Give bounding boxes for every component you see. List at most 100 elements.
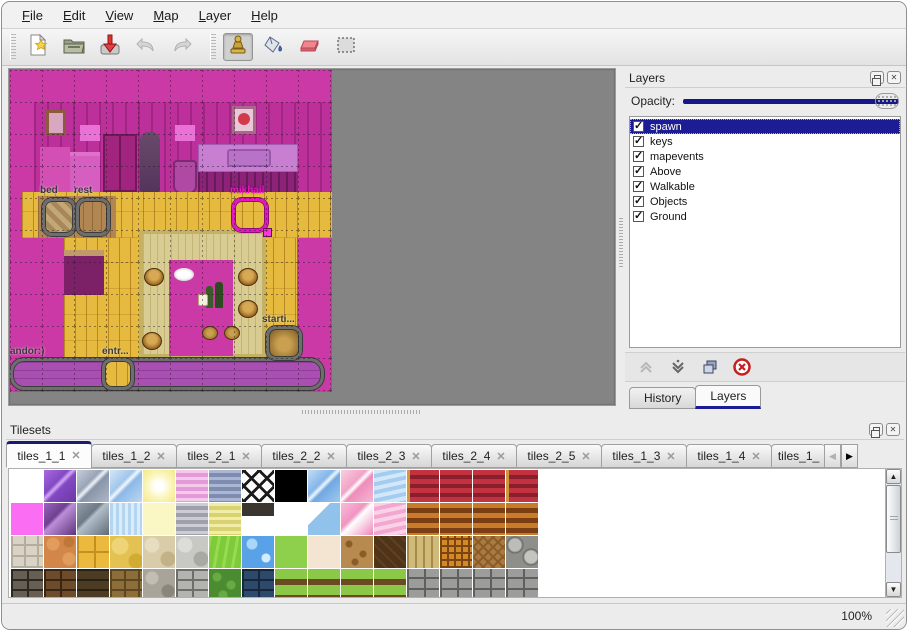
palette-tile[interactable] xyxy=(506,470,538,502)
layer-row-objects[interactable]: Objects xyxy=(630,194,900,209)
tab-history[interactable]: History xyxy=(629,387,696,409)
palette-tile[interactable] xyxy=(209,536,241,568)
tile-palette[interactable]: ▲ ▼ xyxy=(8,468,902,598)
raise-layer-button[interactable] xyxy=(633,355,659,379)
eraser-tool-button[interactable] xyxy=(295,33,325,61)
layer-row-above[interactable]: Above xyxy=(630,164,900,179)
palette-tile[interactable] xyxy=(473,503,505,535)
tab-close-icon[interactable]: ✕ xyxy=(326,450,335,463)
menu-edit[interactable]: Edit xyxy=(53,4,95,27)
palette-tile[interactable] xyxy=(242,569,274,598)
layer-row-walkable[interactable]: Walkable xyxy=(630,179,900,194)
palette-tile[interactable] xyxy=(11,569,43,598)
palette-tile[interactable] xyxy=(440,569,472,598)
palette-tile[interactable] xyxy=(308,470,340,502)
save-map-button[interactable] xyxy=(95,33,125,61)
tab-close-icon[interactable]: ✕ xyxy=(581,450,590,463)
palette-tile[interactable] xyxy=(176,536,208,568)
palette-tile[interactable] xyxy=(77,536,109,568)
tileset-tab[interactable]: tiles_1_ xyxy=(771,444,825,468)
palette-tile[interactable] xyxy=(407,470,439,502)
palette-tile[interactable] xyxy=(308,536,340,568)
palette-tile[interactable] xyxy=(407,569,439,598)
palette-tile[interactable] xyxy=(44,503,76,535)
palette-tile[interactable] xyxy=(110,536,142,568)
map-object-marker[interactable] xyxy=(10,358,324,390)
palette-tile[interactable] xyxy=(44,470,76,502)
tab-layers[interactable]: Layers xyxy=(695,385,761,409)
palette-tile[interactable] xyxy=(308,569,340,598)
palette-scrollbar[interactable]: ▲ ▼ xyxy=(885,469,901,597)
palette-tile[interactable] xyxy=(341,470,373,502)
palette-tile[interactable] xyxy=(143,470,175,502)
fill-tool-button[interactable] xyxy=(259,33,289,61)
tileset-tab[interactable]: tiles_2_1✕ xyxy=(176,444,262,468)
palette-tile[interactable] xyxy=(11,536,43,568)
palette-tile[interactable] xyxy=(44,569,76,598)
map-viewport[interactable]: bed rest mikhail andor:) entr... starti.… xyxy=(8,68,616,406)
delete-layer-button[interactable] xyxy=(729,355,755,379)
toolbar-drag-handle[interactable] xyxy=(210,34,216,60)
float-panel-icon[interactable] xyxy=(870,71,884,84)
close-panel-icon[interactable]: ✕ xyxy=(887,71,901,84)
palette-tile[interactable] xyxy=(143,536,175,568)
palette-tile[interactable] xyxy=(11,503,43,535)
tab-close-icon[interactable]: ✕ xyxy=(241,450,250,463)
layer-visibility-checkbox[interactable] xyxy=(633,166,644,177)
tileset-tab[interactable]: tiles_2_2✕ xyxy=(261,444,347,468)
layer-row-ground[interactable]: Ground xyxy=(630,209,900,224)
tab-close-icon[interactable]: ✕ xyxy=(71,449,80,462)
palette-tile[interactable] xyxy=(473,470,505,502)
map-object-entrance[interactable] xyxy=(102,358,134,390)
menu-help[interactable]: Help xyxy=(241,4,288,27)
palette-tile[interactable] xyxy=(407,536,439,568)
palette-tile[interactable] xyxy=(473,569,505,598)
palette-tile[interactable] xyxy=(110,569,142,598)
horizontal-splitter[interactable] xyxy=(2,407,618,416)
palette-tile[interactable] xyxy=(374,470,406,502)
palette-tile[interactable] xyxy=(275,536,307,568)
opacity-slider-handle[interactable] xyxy=(875,93,899,109)
tileset-tab[interactable]: tiles_1_2✕ xyxy=(91,444,177,468)
tab-close-icon[interactable]: ✕ xyxy=(496,450,505,463)
palette-tile[interactable] xyxy=(242,470,274,502)
close-panel-icon[interactable]: ✕ xyxy=(886,423,900,436)
tab-scroll-left-icon[interactable]: ◀ xyxy=(824,444,841,468)
menu-map[interactable]: Map xyxy=(143,4,188,27)
palette-tile[interactable] xyxy=(440,470,472,502)
layer-visibility-checkbox[interactable] xyxy=(633,196,644,207)
palette-tile[interactable] xyxy=(176,569,208,598)
tab-scroll-right-icon[interactable]: ▶ xyxy=(841,444,858,468)
palette-tile[interactable] xyxy=(275,470,307,502)
menu-view[interactable]: View xyxy=(95,4,143,27)
palette-tile[interactable] xyxy=(374,536,406,568)
palette-tile[interactable] xyxy=(209,470,241,502)
palette-tile[interactable] xyxy=(176,470,208,502)
layer-row-keys[interactable]: keys xyxy=(630,134,900,149)
tab-close-icon[interactable]: ✕ xyxy=(156,450,165,463)
open-map-button[interactable] xyxy=(59,33,89,61)
layer-list[interactable]: spawn keys mapevents Above Walkable Obje… xyxy=(629,116,901,348)
map-canvas[interactable]: bed rest mikhail andor:) entr... starti.… xyxy=(10,70,332,392)
stamp-tool-button[interactable] xyxy=(223,33,253,61)
map-object-bed[interactable] xyxy=(42,198,76,236)
palette-tile[interactable] xyxy=(308,503,340,535)
map-object-resize-handle[interactable] xyxy=(263,228,272,237)
vertical-splitter[interactable] xyxy=(617,68,625,406)
palette-tile[interactable] xyxy=(275,503,307,535)
tab-close-icon[interactable]: ✕ xyxy=(411,450,420,463)
palette-tile[interactable] xyxy=(176,503,208,535)
palette-tile[interactable] xyxy=(77,569,109,598)
scroll-up-icon[interactable]: ▲ xyxy=(886,469,901,484)
layer-row-mapevents[interactable]: mapevents xyxy=(630,149,900,164)
palette-tile[interactable] xyxy=(506,503,538,535)
layer-visibility-checkbox[interactable] xyxy=(633,136,644,147)
resize-grip[interactable] xyxy=(886,609,904,627)
layer-visibility-checkbox[interactable] xyxy=(633,121,644,132)
palette-tile[interactable] xyxy=(440,536,472,568)
palette-tile[interactable] xyxy=(110,503,142,535)
palette-tile[interactable] xyxy=(407,503,439,535)
palette-tile[interactable] xyxy=(473,536,505,568)
tileset-tab[interactable]: tiles_2_4✕ xyxy=(431,444,517,468)
menu-file[interactable]: File xyxy=(12,4,53,27)
